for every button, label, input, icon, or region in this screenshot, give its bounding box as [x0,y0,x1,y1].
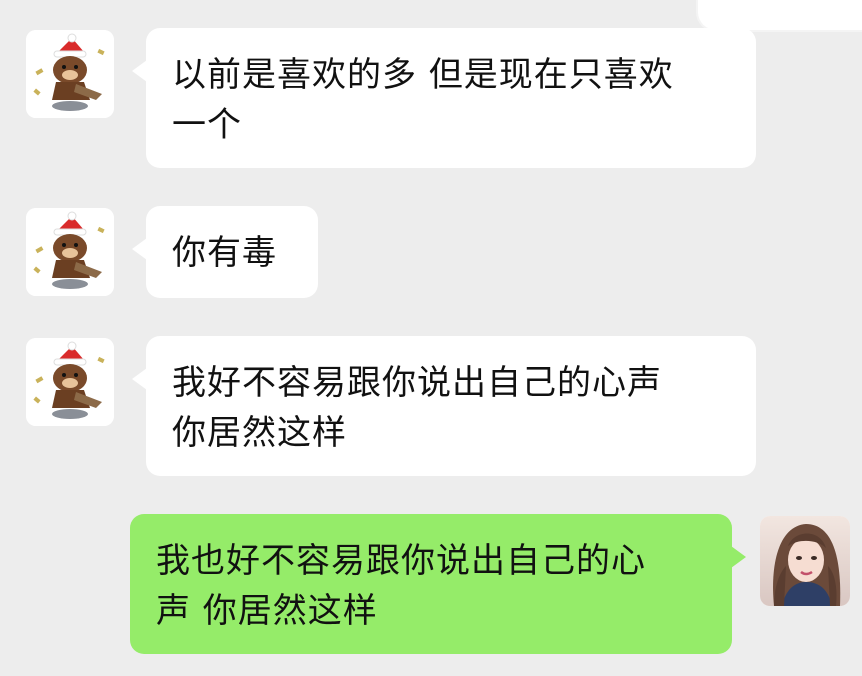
message-bubble-incoming[interactable]: 你有毒 [132,206,318,298]
message-text: 你居然这样 [172,413,347,453]
bear-avatar-icon[interactable] [26,338,114,426]
message-text: 我好不容易跟你说出自己的心声 [172,363,662,403]
bubble-tail [132,368,147,390]
message-bubble-incoming[interactable]: 我好不容易跟你说出自己的心声 你居然这样 [132,336,756,476]
message-text: 以前是喜欢的多 但是现在只喜欢 [172,55,674,95]
message-text: 你有毒 [172,233,277,273]
chat-screen: 以前是喜欢的多 但是现在只喜欢 一个 你有毒 我好不容易跟你说出自己的心声 你居… [0,0,862,676]
overlay-card-fragment [698,0,862,30]
bear-avatar-icon[interactable] [26,30,114,118]
bubble-tail [132,238,147,260]
message-text: 我也好不容易跟你说出自己的心 [156,541,646,581]
bubble-tail [132,60,147,82]
bubble-tail [731,546,746,568]
bear-avatar-icon[interactable] [26,208,114,296]
message-bubble-outgoing[interactable]: 我也好不容易跟你说出自己的心 声 你居然这样 [130,514,746,654]
message-text: 一个 [172,105,242,145]
message-text: 声 你居然这样 [156,591,378,631]
girl-avatar-icon[interactable] [760,516,850,606]
message-bubble-incoming[interactable]: 以前是喜欢的多 但是现在只喜欢 一个 [132,28,756,168]
